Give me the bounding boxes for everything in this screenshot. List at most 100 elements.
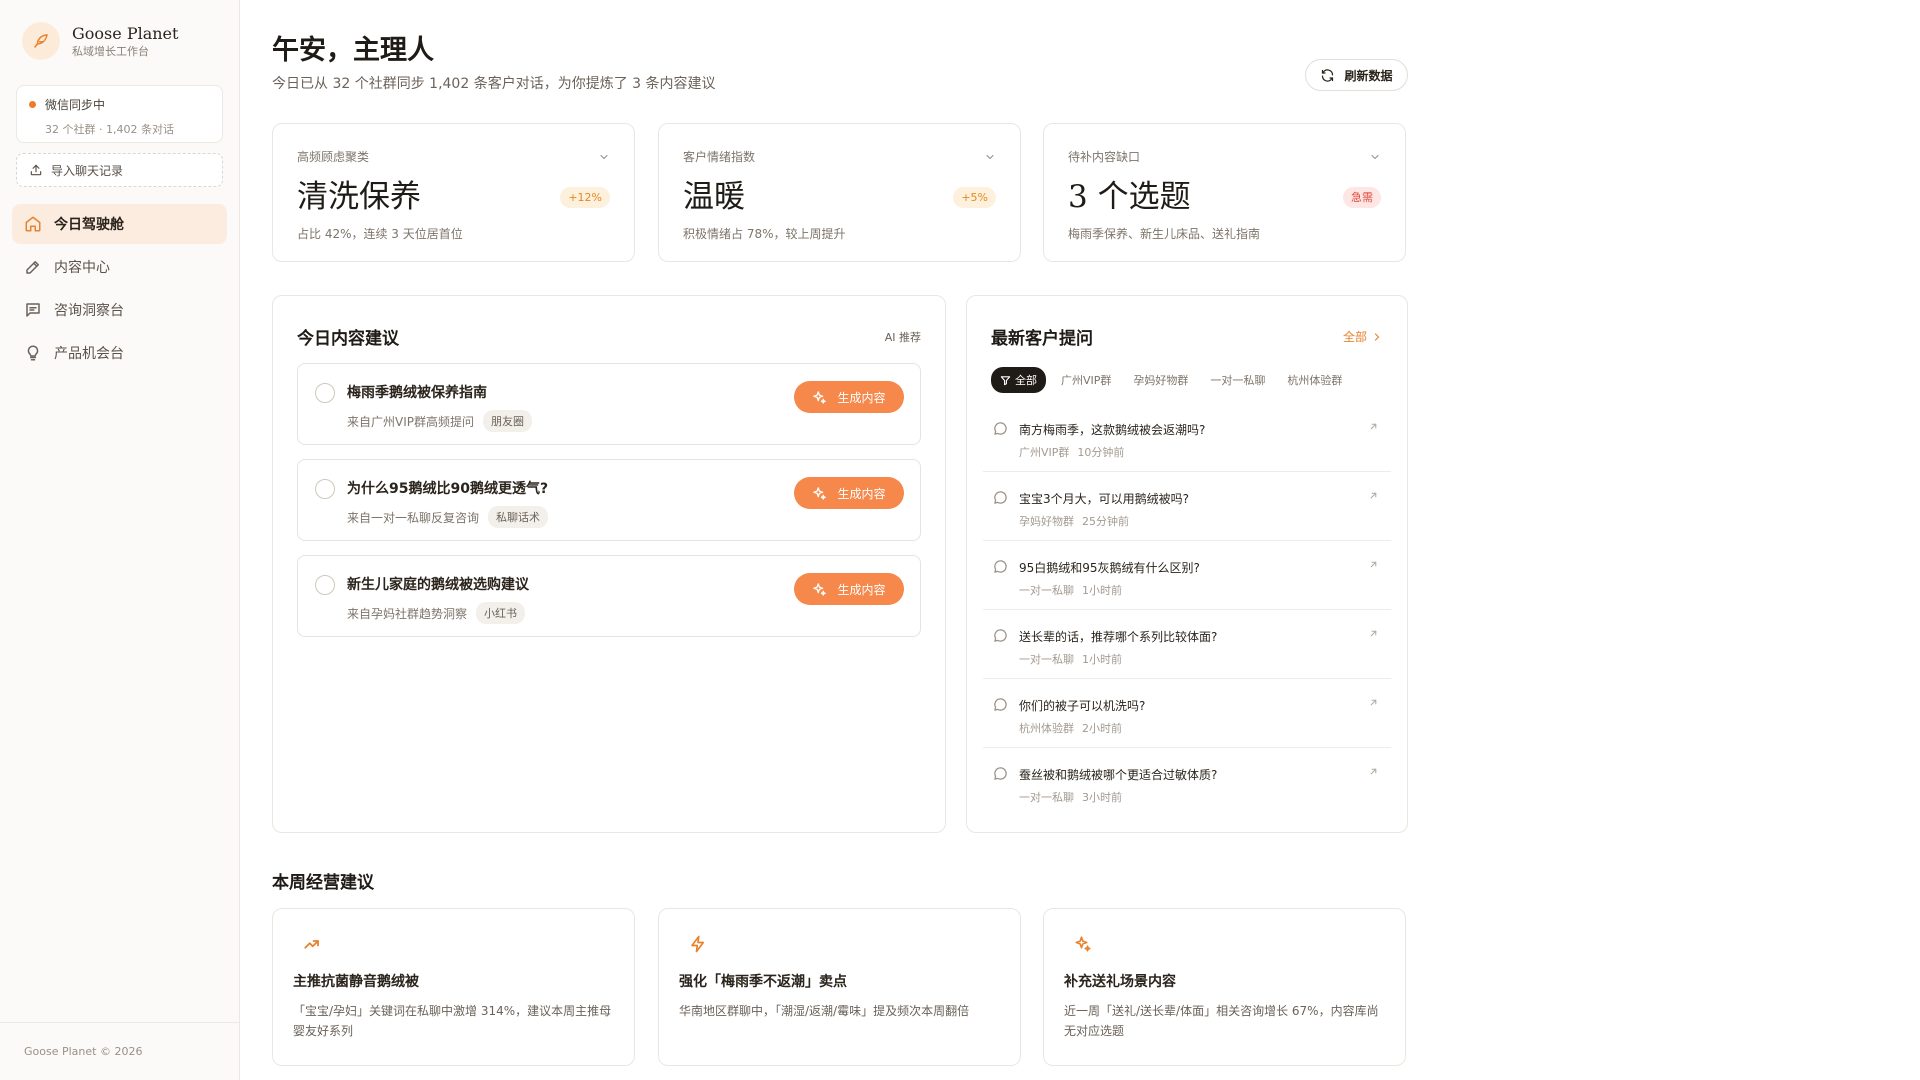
suggestion-item[interactable]: 为什么95鹅绒比90鹅绒更透气? 来自一对一私聊反复咨询 私聊话术 生成内容 — [297, 459, 921, 541]
view-all-link[interactable]: 全部 — [1343, 328, 1383, 345]
arrow-up-right-icon[interactable] — [1368, 421, 1379, 432]
lightning-icon — [691, 935, 705, 953]
nav-item-opportunities[interactable]: 产品机会台 — [12, 333, 227, 373]
weekly-advice-desc: 华南地区群聊中，「潮湿/返潮/霉味」提及频次本周翻倍 — [679, 1004, 970, 1018]
weekly-advice-card[interactable]: 主推抗菌静音鹅绒被 「宝宝/孕妇」关键词在私聊中激增 314%，建议本周主推母婴… — [272, 908, 635, 1066]
question-item[interactable]: 送长辈的话，推荐哪个系列比较体面? 一对一私聊 1小时前 — [983, 610, 1391, 679]
nav-item-dashboard[interactable]: 今日驾驶舱 — [12, 204, 227, 244]
brand[interactable]: Goose Planet 私域增长工作台 — [22, 22, 178, 60]
sync-status-title: 微信同步中 — [45, 98, 106, 112]
suggestion-radio[interactable] — [315, 575, 335, 595]
question-text: 南方梅雨季，这款鹅绒被会返潮吗? — [1019, 423, 1206, 437]
page-title: 午安，主理人 — [272, 35, 434, 66]
brand-logo-icon — [22, 22, 60, 60]
message-icon — [26, 303, 40, 317]
chevron-down-icon[interactable] — [984, 151, 996, 163]
suggestion-title: 梅雨季鹅绒被保养指南 — [347, 385, 487, 401]
arrow-up-right-icon[interactable] — [1368, 559, 1379, 570]
arrow-up-right-icon[interactable] — [1368, 628, 1379, 639]
question-time: 2小时前 — [1082, 722, 1122, 735]
suggestion-tag: 朋友圈 — [483, 410, 532, 432]
weekly-advice-card[interactable]: 补充送礼场景内容 近一周「送礼/送长辈/体面」相关咨询增长 67%，内容库尚无对… — [1043, 908, 1406, 1066]
filter-chip[interactable]: 一对一私聊 — [1203, 368, 1272, 392]
generate-content-button[interactable]: 生成内容 — [794, 477, 904, 509]
nav-item-insights[interactable]: 咨询洞察台 — [12, 290, 227, 330]
metric-label: 待补内容缺口 — [1068, 150, 1141, 164]
generate-content-button[interactable]: 生成内容 — [794, 381, 904, 413]
question-group: 广州VIP群 — [1019, 446, 1070, 459]
chat-bubble-icon — [994, 560, 1007, 573]
metric-card-concerns[interactable]: 高频顾虑聚类 清洗保养 +12% 占比 42%，连续 3 天位居首位 — [272, 123, 635, 262]
weekly-advice-card[interactable]: 强化「梅雨季不返潮」卖点 华南地区群聊中，「潮湿/返潮/霉味」提及频次本周翻倍 — [658, 908, 1021, 1066]
nav-item-content[interactable]: 内容中心 — [12, 247, 227, 287]
question-text: 95白鹅绒和95灰鹅绒有什么区别? — [1019, 561, 1200, 575]
question-time: 1小时前 — [1082, 584, 1122, 597]
refresh-data-button[interactable]: 刷新数据 — [1305, 59, 1408, 91]
chat-bubble-icon — [994, 422, 1007, 435]
suggestion-radio[interactable] — [315, 383, 335, 403]
filter-chip[interactable]: 广州VIP群 — [1054, 368, 1118, 392]
weekly-section-title: 本周经营建议 — [272, 873, 374, 893]
chevron-right-icon — [1374, 332, 1380, 341]
suggestion-source: 来自广州VIP群高频提问 — [347, 414, 474, 429]
chat-bubble-icon — [994, 629, 1007, 642]
suggestion-item[interactable]: 新生儿家庭的鹅绒被选购建议 来自孕妈社群趋势洞察 小红书 生成内容 — [297, 555, 921, 637]
nav-item-label: 咨询洞察台 — [54, 303, 124, 319]
arrow-up-right-icon[interactable] — [1368, 697, 1379, 708]
refresh-data-label: 刷新数据 — [1344, 68, 1393, 83]
brand-subtitle: 私域增长工作台 — [72, 44, 149, 58]
filter-chip[interactable]: 杭州体验群 — [1280, 368, 1349, 392]
chevron-down-icon[interactable] — [1369, 151, 1381, 163]
metric-card-content-gap[interactable]: 待补内容缺口 3 个选题 急需 梅雨季保养、新生儿床品、送礼指南 — [1043, 123, 1406, 262]
suggestion-source: 来自一对一私聊反复咨询 — [347, 510, 480, 525]
filter-chip[interactable]: 孕妈好物群 — [1126, 368, 1195, 392]
question-text: 送长辈的话，推荐哪个系列比较体面? — [1019, 630, 1218, 644]
generate-content-label: 生成内容 — [837, 486, 886, 501]
filter-chip-all[interactable]: 全部 — [991, 367, 1046, 393]
question-item[interactable]: 蚕丝被和鹅绒被哪个更适合过敏体质? 一对一私聊 3小时前 — [983, 748, 1391, 817]
question-item[interactable]: 南方梅雨季，这款鹅绒被会返潮吗? 广州VIP群 10分钟前 — [983, 403, 1391, 472]
suggestion-title: 为什么95鹅绒比90鹅绒更透气? — [347, 481, 549, 497]
arrow-up-right-icon[interactable] — [1368, 490, 1379, 501]
metric-description: 积极情绪占 78%，较上周提升 — [683, 227, 846, 241]
suggestion-title: 新生儿家庭的鹅绒被选购建议 — [347, 577, 529, 593]
metric-label: 客户情绪指数 — [683, 150, 756, 164]
metric-value: 3 个选题 — [1068, 179, 1191, 215]
chevron-down-icon[interactable] — [598, 151, 610, 163]
import-chat-button[interactable]: 导入聊天记录 — [16, 153, 223, 187]
question-text: 宝宝3个月大，可以用鹅绒被吗? — [1019, 492, 1190, 506]
generate-content-label: 生成内容 — [837, 582, 886, 597]
customer-questions-panel: 最新客户提问 全部 全部 广州VIP群 孕妈好物群 一对一私聊 杭州体验群 南方… — [966, 295, 1408, 833]
generate-content-button[interactable]: 生成内容 — [794, 573, 904, 605]
question-group: 一对一私聊 — [1019, 653, 1074, 666]
weekly-advice-title: 强化「梅雨季不返潮」卖点 — [679, 974, 847, 990]
content-suggestions-panel: 今日内容建议 AI 推荐 梅雨季鹅绒被保养指南 来自广州VIP群高频提问 朋友圈… — [272, 295, 946, 833]
question-text: 你们的被子可以机洗吗? — [1019, 699, 1146, 713]
question-item[interactable]: 你们的被子可以机洗吗? 杭州体验群 2小时前 — [983, 679, 1391, 748]
view-all-label: 全部 — [1342, 330, 1367, 344]
sparkle-icon — [1075, 936, 1091, 952]
sparkle-icon — [813, 486, 827, 500]
lightbulb-icon — [27, 345, 39, 361]
brand-name: Goose Planet — [72, 23, 179, 43]
suggestion-radio[interactable] — [315, 479, 335, 499]
sparkle-icon — [813, 390, 827, 404]
nav-item-label: 今日驾驶舱 — [54, 217, 124, 233]
nav-item-label: 产品机会台 — [54, 346, 124, 362]
question-time: 25分钟前 — [1082, 515, 1129, 528]
import-chat-label: 导入聊天记录 — [51, 163, 124, 178]
pen-icon — [26, 261, 39, 274]
question-time: 10分钟前 — [1077, 446, 1125, 459]
suggestion-item[interactable]: 梅雨季鹅绒被保养指南 来自广州VIP群高频提问 朋友圈 生成内容 — [297, 363, 921, 445]
question-item[interactable]: 95白鹅绒和95灰鹅绒有什么区别? 一对一私聊 1小时前 — [983, 541, 1391, 610]
question-group: 杭州体验群 — [1019, 722, 1074, 735]
arrow-up-right-icon[interactable] — [1368, 766, 1379, 777]
weekly-advice-title: 主推抗菌静音鹅绒被 — [293, 974, 419, 990]
upload-icon — [30, 164, 42, 176]
question-item[interactable]: 宝宝3个月大，可以用鹅绒被吗? 孕妈好物群 25分钟前 — [983, 472, 1391, 541]
metric-card-sentiment[interactable]: 客户情绪指数 温暖 +5% 积极情绪占 78%，较上周提升 — [658, 123, 1021, 262]
suggestion-tag: 私聊话术 — [488, 506, 549, 528]
metric-badge: +5% — [953, 186, 996, 208]
suggestion-tag: 小红书 — [476, 602, 526, 624]
sidebar: Goose Planet 私域增长工作台 微信同步中 32 个社群 · 1,40… — [0, 0, 240, 1080]
